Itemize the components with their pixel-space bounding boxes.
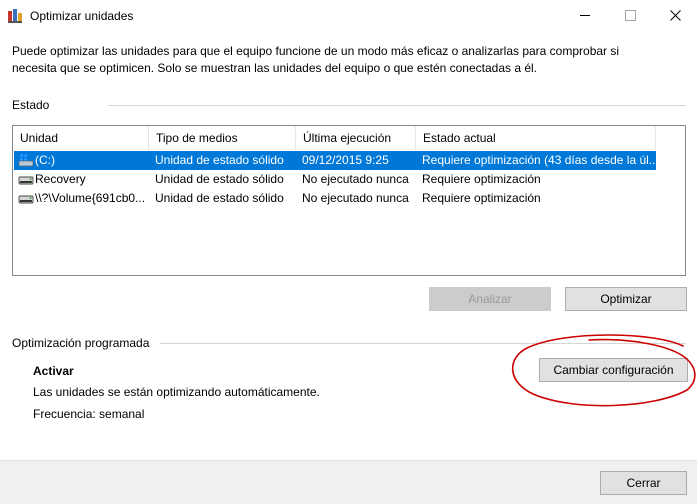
drive-icon (18, 195, 34, 204)
minimize-button[interactable] (562, 0, 608, 30)
schedule-state: Activar (33, 364, 74, 378)
drive-media-type: Unidad de estado sólido (155, 172, 284, 186)
defrag-app-icon (8, 9, 22, 23)
close-icon (669, 9, 681, 21)
window-title: Optimizar unidades (30, 9, 134, 23)
scheduled-group-divider (160, 343, 686, 344)
drive-last-run: No ejecutado nunca (302, 191, 409, 205)
drive-status: Requiere optimización (422, 191, 541, 205)
drive-name: \\?\Volume{691cb0... (35, 191, 146, 205)
dialog-footer: Cerrar (0, 460, 697, 504)
drive-media-type: Unidad de estado sólido (155, 191, 284, 205)
column-header-status[interactable]: Estado actual (416, 126, 656, 150)
column-header-media-type[interactable]: Tipo de medios (149, 126, 296, 150)
maximize-button[interactable] (607, 0, 653, 30)
optimize-button[interactable]: Optimizar (565, 287, 687, 311)
schedule-frequency: Frecuencia: semanal (33, 407, 145, 421)
drive-last-run: 09/12/2015 9:25 (302, 153, 389, 167)
drive-status: Requiere optimización (422, 172, 541, 186)
column-header-last-run[interactable]: Última ejecución (296, 126, 416, 150)
drives-list[interactable]: Unidad Tipo de medios Última ejecución E… (12, 125, 686, 276)
title-bar: Optimizar unidades (0, 0, 697, 32)
status-group-divider (108, 105, 686, 106)
change-settings-button[interactable]: Cambiar configuración (539, 358, 688, 382)
drive-last-run: No ejecutado nunca (302, 172, 409, 186)
drive-row-c[interactable]: (C:) Unidad de estado sólido 09/12/2015 … (14, 151, 656, 170)
description-text: Puede optimizar las unidades para que el… (12, 44, 620, 75)
drive-media-type: Unidad de estado sólido (155, 153, 284, 167)
close-window-button[interactable] (652, 0, 697, 30)
column-header-drive[interactable]: Unidad (13, 126, 149, 150)
minimize-icon (579, 14, 590, 16)
status-group-label: Estado (12, 98, 50, 112)
scheduled-group-label: Optimización programada (12, 336, 150, 350)
drive-icon (18, 176, 34, 185)
drive-row-volume[interactable]: \\?\Volume{691cb0... Unidad de estado só… (14, 189, 656, 208)
analyze-button[interactable]: Analizar (429, 287, 551, 311)
close-button[interactable]: Cerrar (600, 471, 687, 495)
schedule-info: Las unidades se están optimizando automá… (33, 385, 320, 399)
drives-list-header: Unidad Tipo de medios Última ejecución E… (13, 126, 685, 150)
drive-name: Recovery (35, 172, 86, 186)
maximize-icon (624, 9, 636, 21)
drive-status: Requiere optimización (43 días desde la … (422, 153, 656, 167)
drive-row-recovery[interactable]: Recovery Unidad de estado sólido No ejec… (14, 170, 656, 189)
windows-drive-icon (18, 154, 34, 167)
drive-name: (C:) (35, 153, 55, 167)
